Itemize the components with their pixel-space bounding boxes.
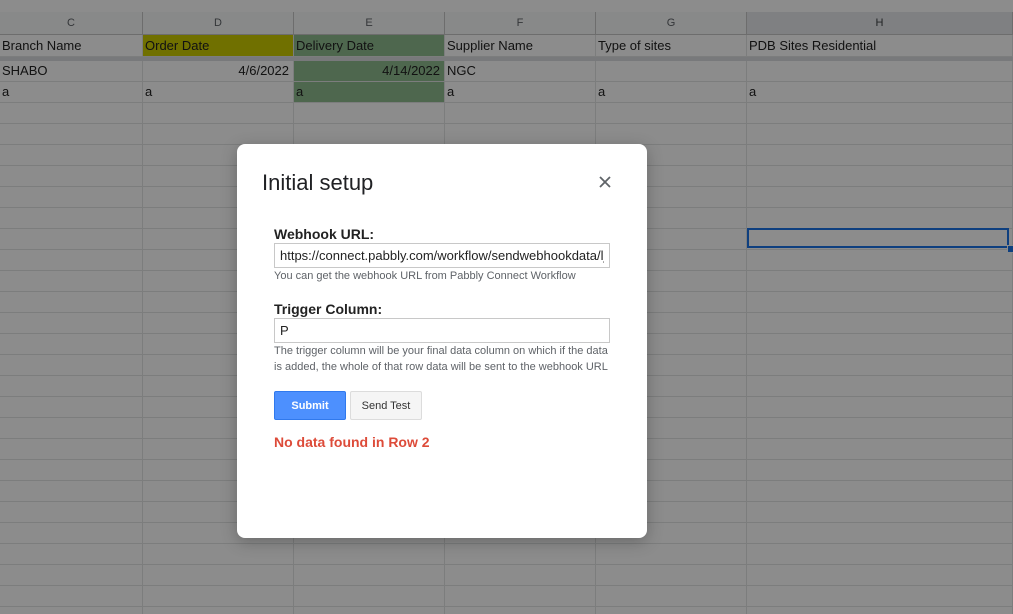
webhook-url-label: Webhook URL:	[274, 226, 375, 242]
initial-setup-dialog: Initial setup Webhook URL: You can get t…	[237, 144, 647, 538]
trigger-column-help: The trigger column will be your final da…	[274, 345, 608, 373]
trigger-column-input[interactable]	[274, 318, 610, 343]
close-icon	[599, 176, 611, 188]
webhook-url-input[interactable]	[274, 243, 610, 268]
close-button[interactable]	[593, 170, 617, 194]
trigger-column-label: Trigger Column:	[274, 301, 383, 317]
error-message: No data found in Row 2	[274, 434, 430, 450]
send-test-button[interactable]: Send Test	[350, 391, 422, 420]
submit-button[interactable]: Submit	[274, 391, 346, 420]
dialog-title: Initial setup	[262, 170, 374, 195]
webhook-url-help: You can get the webhook URL from Pabbly …	[274, 270, 576, 282]
